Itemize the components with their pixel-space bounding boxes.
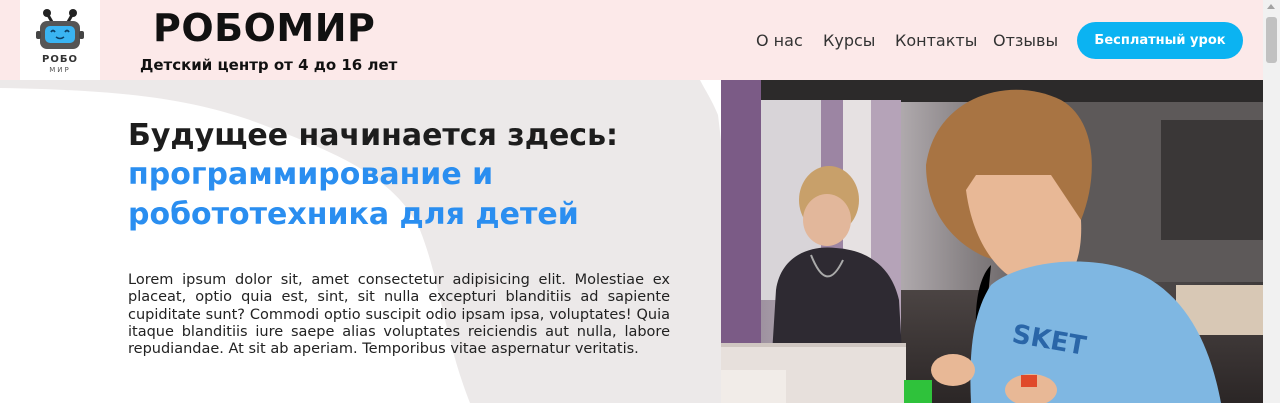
brand-subtitle: Детский центр от 4 до 16 лет [140,56,398,74]
scroll-up-arrow-icon[interactable] [1267,4,1275,9]
brand-title: РОБОМИР [153,6,376,50]
children-building-robots-photo: SKET [721,80,1263,403]
hero-heading-line-2: программирование и [128,157,494,192]
nav-link-reviews[interactable]: Отзывы [993,31,1058,50]
site-header: РОБО МИР РОБОМИР Детский центр от 4 до 1… [0,0,1263,80]
hero-section: Будущее начинается здесь: программирован… [0,80,1263,403]
hero-description: Lorem ipsum dolor sit, amet consectetur … [128,272,670,358]
nav-link-courses[interactable]: Курсы [823,31,875,50]
hero-heading-line-3: робототехника для детей [128,197,579,232]
hero-heading-line-1: Будущее начинается здесь: [128,118,619,153]
nav-link-contacts[interactable]: Контакты [895,31,977,50]
nav-link-about[interactable]: О нас [756,31,803,50]
scrollbar[interactable] [1263,0,1280,403]
logo-text-top: РОБО [42,54,78,65]
robot-logo-icon [36,9,84,49]
logo[interactable]: РОБО МИР [20,0,100,80]
scroll-thumb[interactable] [1266,17,1277,63]
free-lesson-button[interactable]: Бесплатный урок [1077,22,1243,59]
logo-text-bottom: МИР [49,66,71,74]
